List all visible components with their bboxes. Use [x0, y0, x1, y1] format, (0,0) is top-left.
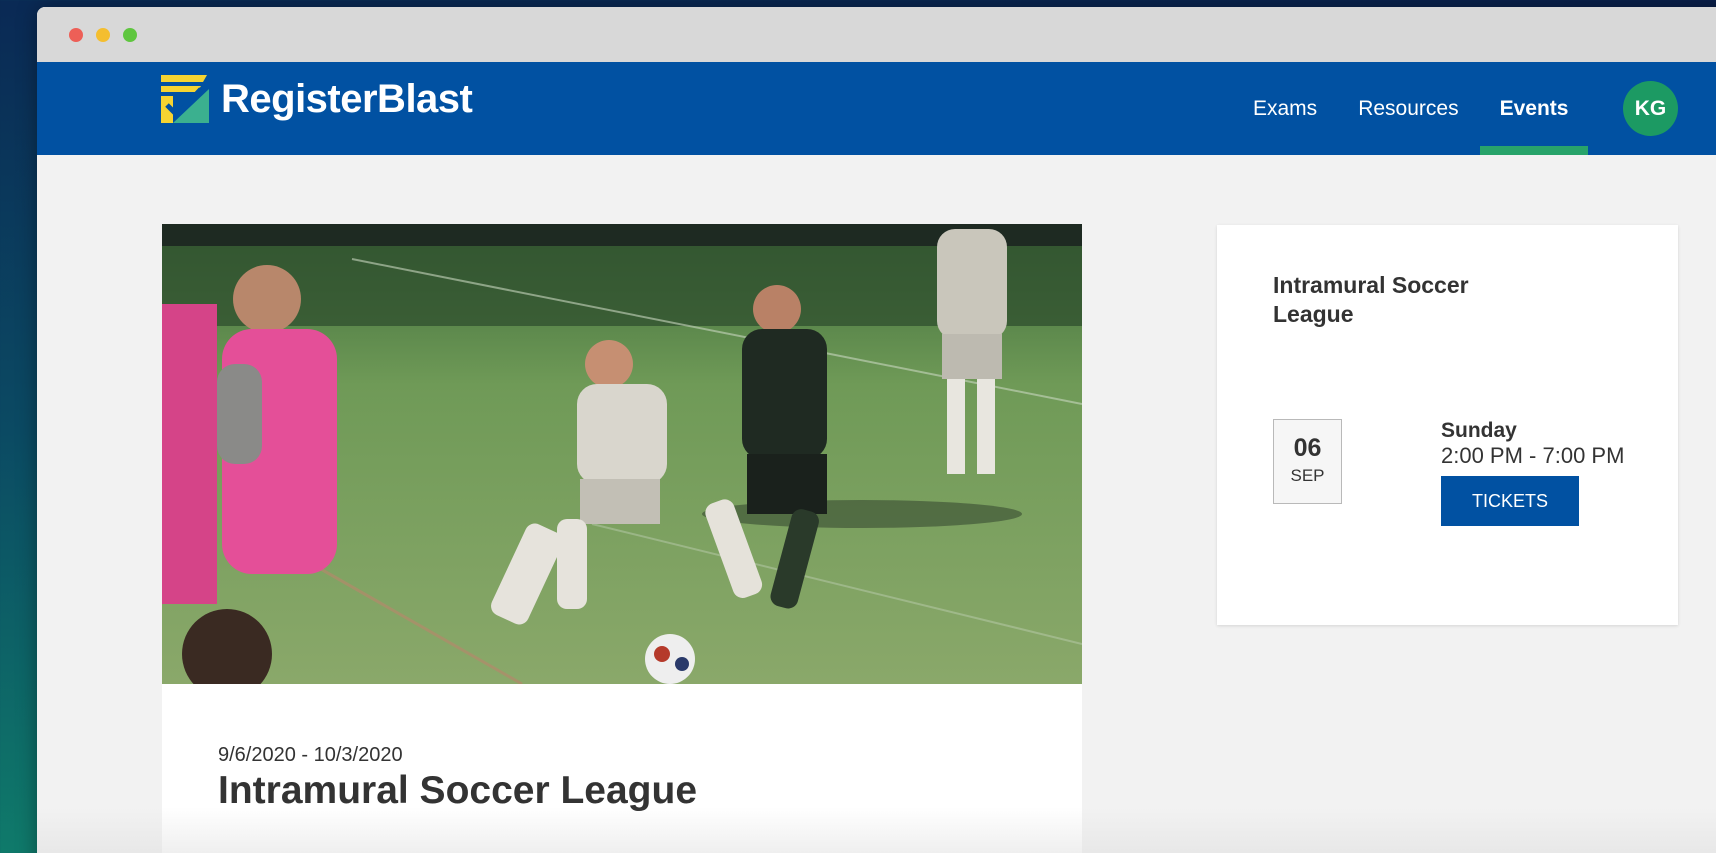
bottom-fade — [37, 807, 1716, 853]
date-day: 06 — [1293, 434, 1322, 462]
user-avatar[interactable]: KG — [1623, 81, 1678, 136]
event-card: 9/6/2020 - 10/3/2020 Intramural Soccer L… — [162, 224, 1082, 853]
window-titlebar — [37, 7, 1716, 62]
brand-name: RegisterBlast — [221, 76, 473, 121]
browser-window: RegisterBlast Exams Resources Events KG — [37, 7, 1716, 853]
registerblast-logo-icon — [161, 75, 209, 123]
minimize-window-button[interactable] — [96, 28, 110, 42]
session-title: Intramural Soccer League — [1273, 272, 1469, 327]
event-session-card: Intramural Soccer League 06 SEP Sunday 2… — [1217, 225, 1678, 625]
brand-logo[interactable]: RegisterBlast — [161, 75, 473, 123]
soccer-photo-illustration — [162, 224, 1082, 684]
nav-events[interactable]: Events — [1479, 62, 1589, 155]
nav-resources[interactable]: Resources — [1358, 62, 1458, 155]
tickets-button[interactable]: TICKETS — [1441, 476, 1579, 526]
event-image — [162, 224, 1082, 684]
session-time: 2:00 PM - 7:00 PM — [1441, 443, 1625, 468]
maximize-window-button[interactable] — [123, 28, 137, 42]
calendar-date-box: 06 SEP — [1273, 419, 1342, 504]
main-nav: Exams Resources Events — [1253, 62, 1609, 155]
window-controls — [69, 28, 137, 42]
date-month: SEP — [1290, 466, 1325, 485]
nav-exams[interactable]: Exams — [1253, 62, 1317, 155]
session-weekday: Sunday — [1441, 419, 1517, 442]
close-window-button[interactable] — [69, 28, 83, 42]
event-date-range: 9/6/2020 - 10/3/2020 — [218, 744, 403, 766]
top-navbar: RegisterBlast Exams Resources Events KG — [37, 62, 1716, 155]
